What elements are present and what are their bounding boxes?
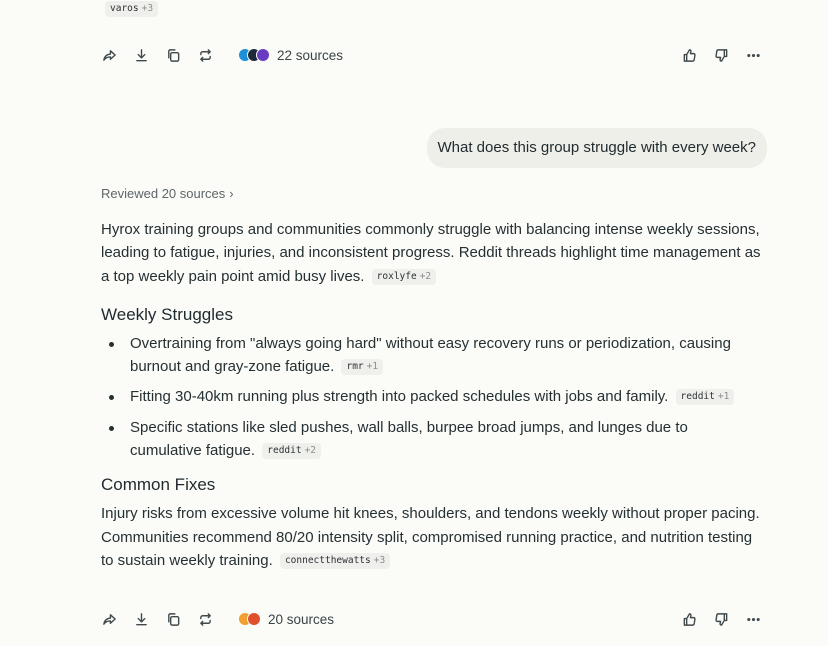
thumbs-up-button[interactable]	[680, 46, 698, 64]
download-button[interactable]	[132, 610, 150, 628]
citation-chip[interactable]: reddit +1	[675, 389, 735, 406]
reviewed-sources-link[interactable]: Reviewed 20 sources ›	[101, 186, 234, 201]
citation-label: roxlyfe	[376, 270, 417, 282]
list-item: Fitting 30-40km running plus strength in…	[101, 385, 761, 408]
copy-button[interactable]	[164, 610, 182, 628]
download-icon	[135, 612, 147, 625]
sources-button[interactable]: 20 sources	[238, 612, 334, 627]
thumbs-up-icon	[683, 48, 696, 62]
previous-answer-citation: varos +3	[101, 0, 159, 18]
answer-action-bar: 22 sources	[100, 43, 762, 67]
fixes-text: Injury risks from excessive volume hit k…	[101, 505, 760, 569]
citation-count: +1	[366, 361, 379, 373]
citation-chip[interactable]: connectthewatts +3	[279, 552, 391, 569]
list-item: Overtraining from "always going hard" wi…	[101, 332, 761, 379]
copy-button[interactable]	[164, 46, 182, 64]
citation-count: +3	[373, 554, 386, 566]
citation-chip[interactable]: varos +3	[105, 1, 159, 17]
citation-label: varos	[110, 3, 139, 14]
citation-label: connectthewatts	[284, 554, 371, 566]
citation-chip[interactable]: reddit +2	[262, 443, 322, 460]
citation-label: reddit	[680, 391, 715, 403]
citation-chip[interactable]: rmr +1	[341, 359, 384, 376]
thumbs-down-icon	[714, 48, 727, 62]
share-icon	[102, 613, 116, 625]
list-item-text: Fitting 30-40km running plus strength in…	[130, 388, 669, 406]
rewrite-icon	[199, 48, 211, 62]
section-heading-fixes: Common Fixes	[101, 475, 216, 495]
list-item: Specific stations like sled pushes, wall…	[101, 416, 761, 463]
more-button[interactable]	[744, 610, 762, 628]
citation-chip[interactable]: roxlyfe +2	[371, 268, 437, 285]
sources-count: 22 sources	[277, 47, 344, 63]
share-button[interactable]	[100, 610, 118, 628]
sources-count: 20 sources	[268, 611, 335, 627]
list-item-text: Specific stations like sled pushes, wall…	[130, 418, 688, 460]
citation-count: +2	[304, 445, 317, 457]
thumbs-up-icon	[683, 612, 696, 626]
thumbs-down-icon	[714, 612, 727, 626]
more-icon	[746, 53, 760, 57]
source-favicons	[238, 612, 261, 626]
copy-icon	[167, 612, 179, 626]
download-icon	[135, 48, 147, 61]
citation-label: rmr	[346, 361, 364, 373]
struggles-list: Overtraining from "always going hard" wi…	[101, 332, 761, 462]
answer-body: Hyrox training groups and communities co…	[101, 218, 761, 572]
user-question-bubble: What does this group struggle with every…	[426, 128, 767, 168]
source-favicons	[238, 48, 270, 62]
reddit-favicon-icon	[247, 612, 261, 626]
source-favicon-icon	[256, 48, 270, 62]
thumbs-down-button[interactable]	[712, 46, 730, 64]
download-button[interactable]	[132, 46, 150, 64]
answer-action-bar: 20 sources	[100, 607, 762, 631]
rewrite-icon	[199, 612, 211, 626]
copy-icon	[167, 48, 179, 62]
chevron-right-icon: ›	[229, 186, 234, 201]
thumbs-up-button[interactable]	[680, 610, 698, 628]
list-item-text: Overtraining from "always going hard" wi…	[130, 334, 731, 376]
sources-button[interactable]: 22 sources	[238, 48, 343, 63]
rewrite-button[interactable]	[196, 610, 214, 628]
rewrite-button[interactable]	[196, 46, 214, 64]
more-icon	[746, 617, 760, 621]
answer-intro: Hyrox training groups and communities co…	[101, 218, 761, 288]
citation-count: +1	[717, 391, 730, 403]
thumbs-down-button[interactable]	[712, 610, 730, 628]
citation-count: +2	[419, 270, 432, 282]
citation-label: reddit	[267, 445, 302, 457]
section-heading-struggles: Weekly Struggles	[101, 304, 233, 324]
fixes-paragraph: Injury risks from excessive volume hit k…	[101, 502, 761, 572]
share-button[interactable]	[100, 46, 118, 64]
more-button[interactable]	[744, 46, 762, 64]
share-icon	[102, 49, 116, 61]
citation-count: +3	[141, 3, 154, 14]
reviewed-sources-label: Reviewed 20 sources	[101, 186, 226, 201]
